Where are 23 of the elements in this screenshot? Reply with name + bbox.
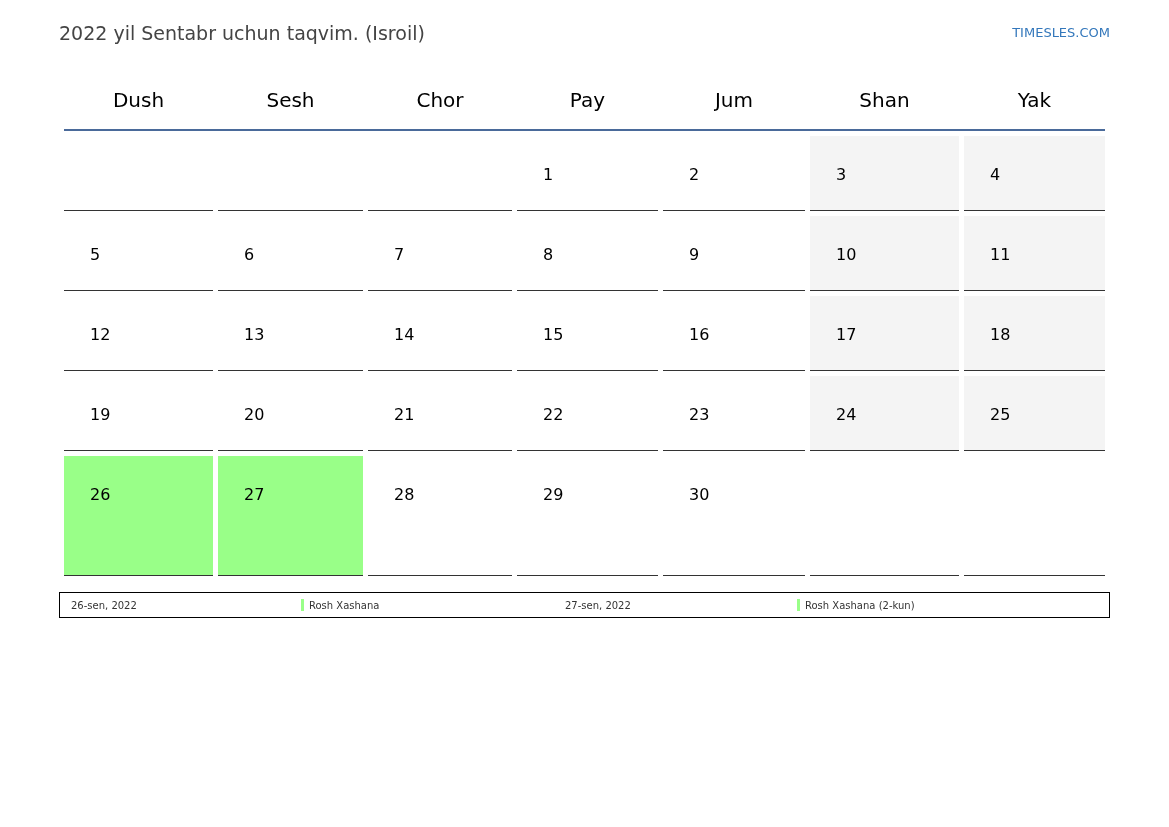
day-cell: 18	[964, 296, 1105, 371]
holiday-name: Rosh Xashana	[309, 598, 380, 613]
weekday-header: Dush	[111, 86, 166, 114]
weekday-header: Jum	[713, 86, 755, 114]
holiday-name: Rosh Xashana (2-kun)	[805, 598, 915, 613]
day-cell: 4	[964, 136, 1105, 211]
weekday-header: Yak	[1016, 86, 1053, 114]
day-cell: 10	[810, 216, 959, 291]
weekday-header: Sesh	[265, 86, 316, 114]
page-title: 2022 yil Sentabr uchun taqvim. (Isroil)	[59, 21, 425, 46]
day-cell: 25	[964, 376, 1105, 451]
holiday-date: 26-sen, 2022	[71, 598, 138, 613]
day-cell: 24	[810, 376, 959, 451]
weekday-header: Pay	[568, 86, 607, 114]
day-cell: 27	[218, 456, 363, 576]
weekday-header: Shan	[858, 86, 911, 114]
day-cell: 3	[810, 136, 959, 211]
site-link[interactable]: TIMESLES.COM	[1012, 23, 1110, 43]
weekday-header: Chor	[415, 86, 465, 114]
day-cell: 17	[810, 296, 959, 371]
day-cell: 11	[964, 216, 1105, 291]
day-cell: 26	[64, 456, 213, 576]
holiday-date: 27-sen, 2022	[565, 598, 632, 613]
